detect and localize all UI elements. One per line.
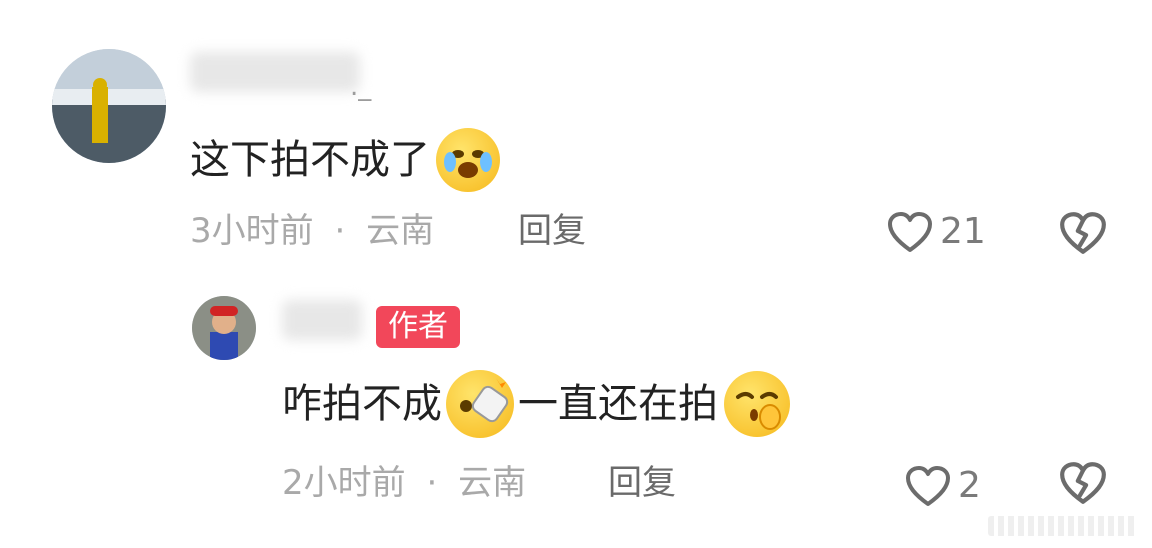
like-count: 2 xyxy=(958,465,981,506)
avatar[interactable] xyxy=(192,296,256,360)
heart-outline-icon xyxy=(888,212,932,252)
reply-button[interactable]: 回复 xyxy=(518,214,586,248)
watermark xyxy=(988,516,1138,536)
comment-meta: 3小时前 · 云南 xyxy=(190,214,434,248)
comment-text-body: 这下拍不成了 xyxy=(190,137,430,183)
comment-text-body: 咋拍不成 xyxy=(282,381,442,427)
separator: · xyxy=(426,463,438,503)
separator: · xyxy=(334,211,346,251)
author-badge: 作者 xyxy=(376,306,460,348)
timestamp: 2小时前 xyxy=(282,463,406,503)
location: 云南 xyxy=(366,211,435,251)
username: ._ xyxy=(350,72,372,102)
like-button[interactable]: 2 xyxy=(904,464,981,508)
avatar-image xyxy=(192,296,256,360)
comment-text: 这下拍不成了 xyxy=(190,128,500,192)
like-button[interactable]: 21 xyxy=(886,210,986,254)
location: 云南 xyxy=(458,463,527,503)
comment-meta: 2小时前 · 云南 xyxy=(282,466,526,500)
broken-heart-icon xyxy=(1060,212,1106,254)
reply-button[interactable]: 回复 xyxy=(608,466,676,500)
crying-laughing-emoji-icon xyxy=(436,128,500,192)
comment-text: 咋拍不成 一直还在拍 xyxy=(282,370,790,438)
smug-emoji-icon xyxy=(724,371,790,437)
reply-item: 作者 咋拍不成 一直还在拍 2小时前 · 云南 回复 2 xyxy=(0,270,1152,548)
username-redacted xyxy=(190,52,360,92)
comment-text-body-2: 一直还在拍 xyxy=(518,381,718,427)
dislike-button[interactable] xyxy=(1058,210,1108,260)
heart-outline-icon xyxy=(906,466,950,506)
dislike-button[interactable] xyxy=(1058,460,1108,510)
broken-heart-icon xyxy=(1060,462,1106,504)
like-count: 21 xyxy=(940,211,986,252)
avatar-image xyxy=(52,49,166,163)
username-redacted xyxy=(282,300,362,340)
eraser-emoji-icon xyxy=(446,370,514,438)
timestamp: 3小时前 xyxy=(190,211,314,251)
avatar[interactable] xyxy=(52,49,166,163)
comment-item: ._ 这下拍不成了 3小时前 · 云南 回复 21 xyxy=(0,0,1152,270)
